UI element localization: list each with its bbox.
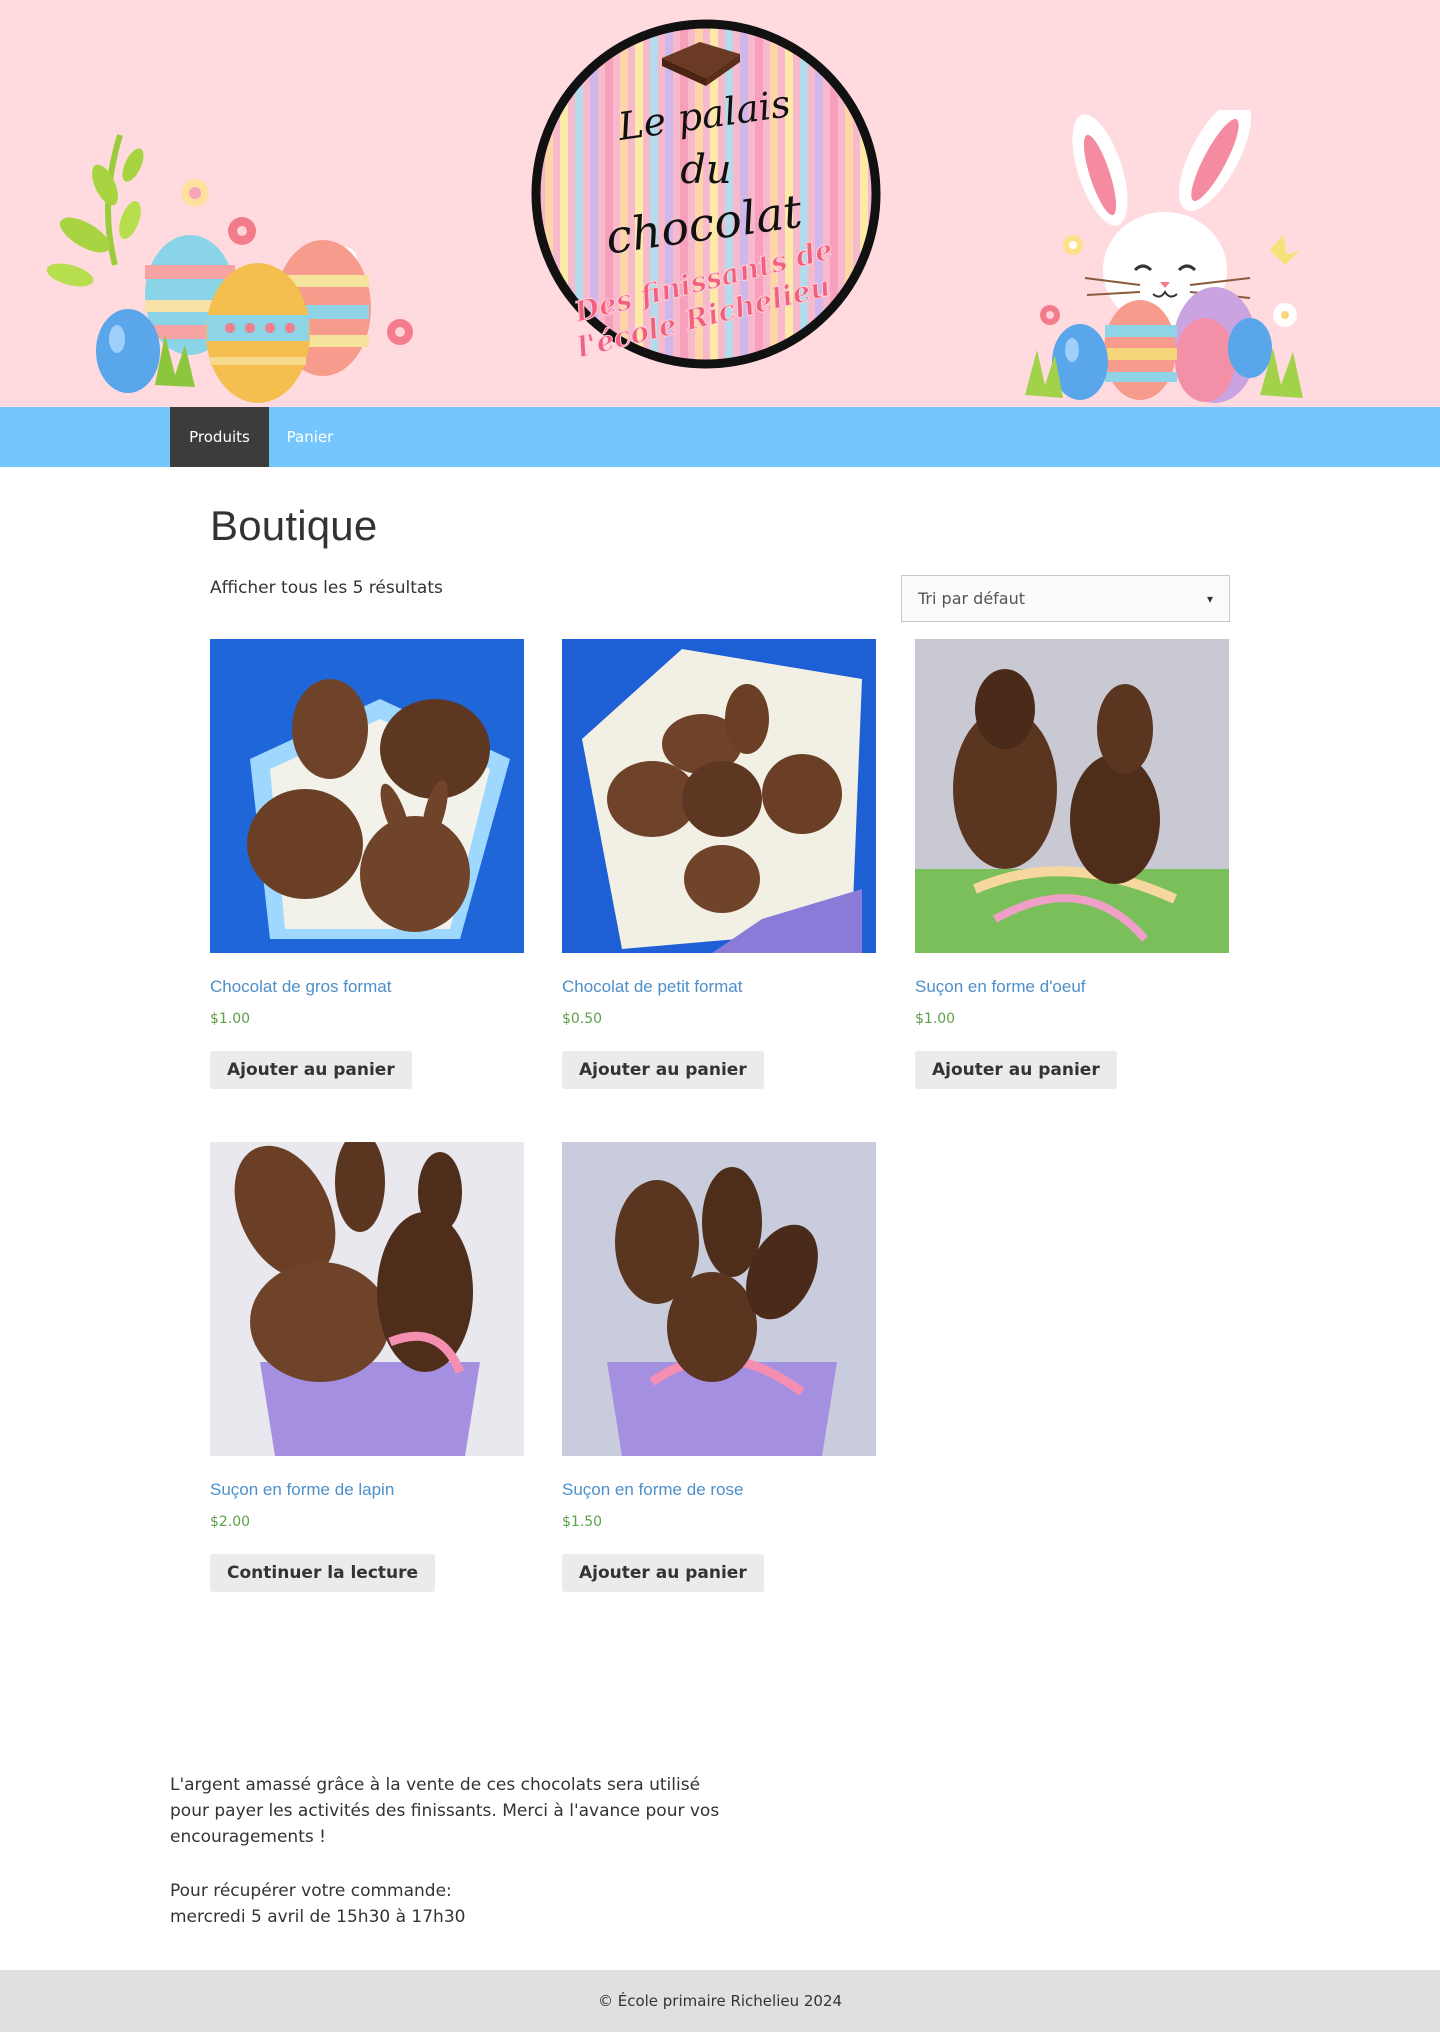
logo-title-line2: du	[680, 147, 731, 193]
product-name-link[interactable]: Suçon en forme de lapin	[210, 1480, 524, 1500]
pickup-date: mercredi 5 avril de 15h30 à 17h30	[170, 1907, 466, 1927]
read-more-button[interactable]: Continuer la lecture	[210, 1554, 436, 1592]
product-price: $0.50	[562, 1011, 603, 1027]
product-name-link[interactable]: Suçon en forme d'oeuf	[915, 977, 1229, 997]
sort-select-value: Tri par défaut	[918, 589, 1026, 608]
product-card: Chocolat de gros format $1.00 Ajouter au…	[210, 639, 524, 1089]
product-price: $1.50	[562, 1514, 603, 1530]
product-card: Suçon en forme d'oeuf $1.00 Ajouter au p…	[915, 639, 1229, 1089]
add-to-cart-button[interactable]: Ajouter au panier	[210, 1051, 412, 1089]
add-to-cart-button[interactable]: Ajouter au panier	[562, 1554, 764, 1592]
footer: © École primaire Richelieu 2024	[0, 1970, 1440, 2032]
sort-select[interactable]: Tri par défaut ▾	[901, 575, 1230, 622]
main-navigation: Produits Panier	[0, 407, 1440, 467]
footer-copyright: © École primaire Richelieu 2024	[597, 1992, 843, 2010]
product-price: $2.00	[210, 1514, 251, 1530]
site-logo[interactable]: Le palais du chocolat Des finissants de …	[530, 18, 882, 370]
easter-eggs-illustration	[46, 134, 413, 403]
product-price: $1.00	[210, 1011, 251, 1027]
easter-bunny-illustration	[1025, 110, 1303, 403]
product-name-link[interactable]: Chocolat de gros format	[210, 977, 524, 997]
about-text: L'argent amassé grâce à la vente de ces …	[170, 1775, 720, 1847]
result-count: Afficher tous les 5 résultats	[210, 578, 443, 598]
product-card: Chocolat de petit format $0.50 Ajouter a…	[562, 639, 876, 1089]
product-image[interactable]	[562, 639, 876, 953]
pickup-info: Pour récupérer votre commande: mercredi …	[170, 1878, 730, 1930]
nav-item-produits[interactable]: Produits	[170, 407, 269, 467]
page-title: Boutique	[210, 502, 378, 549]
pickup-label: Pour récupérer votre commande:	[170, 1881, 452, 1901]
add-to-cart-button[interactable]: Ajouter au panier	[562, 1051, 764, 1089]
product-image[interactable]	[210, 639, 524, 953]
product-price: $1.00	[915, 1011, 956, 1027]
chevron-down-icon: ▾	[1206, 591, 1213, 606]
product-image[interactable]	[210, 1142, 524, 1456]
add-to-cart-button[interactable]: Ajouter au panier	[915, 1051, 1117, 1089]
product-image[interactable]	[562, 1142, 876, 1456]
product-card: Suçon en forme de lapin $2.00 Continuer …	[210, 1142, 524, 1592]
product-card: Suçon en forme de rose $1.50 Ajouter au …	[562, 1142, 876, 1592]
product-name-link[interactable]: Suçon en forme de rose	[562, 1480, 876, 1500]
nav-item-panier[interactable]: Panier	[269, 407, 351, 467]
product-name-link[interactable]: Chocolat de petit format	[562, 977, 876, 997]
header-banner: Le palais du chocolat Des finissants de …	[0, 0, 1440, 407]
product-image[interactable]	[915, 639, 1229, 953]
